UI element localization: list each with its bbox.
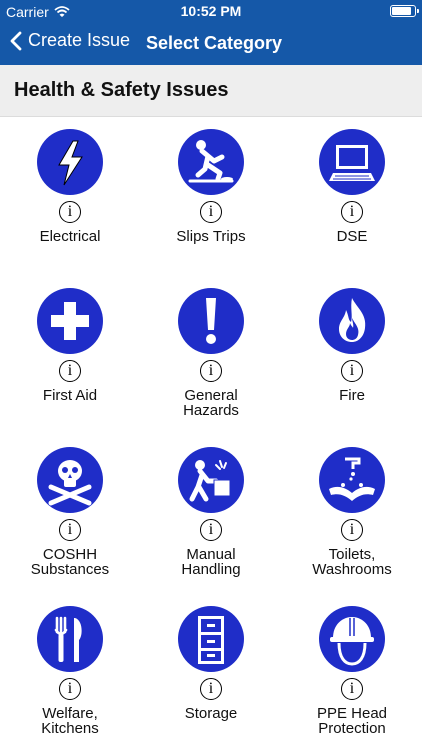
category-label: Electrical (39, 228, 101, 245)
exclamation-icon (178, 288, 244, 354)
lightning-bolt-icon (37, 129, 103, 195)
category-manual-handling[interactable]: i Manual Handling (141, 435, 281, 585)
category-label: General Hazards (183, 387, 239, 419)
category-label: Toilets, Washrooms (312, 546, 392, 578)
category-label: Fire (339, 387, 365, 404)
category-slips-trips[interactable]: i Slips Trips (141, 117, 281, 267)
category-label: PPE Head Protection (316, 705, 388, 737)
category-welfare-kitchens[interactable]: i Welfare, Kitchens (0, 594, 140, 744)
slipping-person-icon (178, 129, 244, 195)
category-dse[interactable]: i DSE (282, 117, 422, 267)
info-icon[interactable]: i (59, 519, 81, 541)
info-icon[interactable]: i (59, 678, 81, 700)
first-aid-cross-icon (37, 288, 103, 354)
skull-crossbones-icon (37, 447, 103, 513)
info-icon[interactable]: i (200, 201, 222, 223)
chevron-left-icon (10, 31, 22, 50)
category-label: COSHH Substances (30, 546, 110, 578)
navigation-bar: Create Issue Select Category (0, 22, 422, 65)
filing-cabinet-icon (178, 606, 244, 672)
lifting-box-icon (178, 447, 244, 513)
status-time: 10:52 PM (180, 3, 242, 19)
category-first-aid[interactable]: i First Aid (0, 276, 140, 426)
category-label: Welfare, Kitchens (41, 705, 99, 737)
hard-hat-icon (319, 606, 385, 672)
info-icon[interactable]: i (341, 519, 363, 541)
category-coshh-substances[interactable]: i COSHH Substances (0, 435, 140, 585)
category-fire[interactable]: i Fire (282, 276, 422, 426)
section-title: Health & Safety Issues (14, 79, 229, 101)
info-icon[interactable]: i (341, 201, 363, 223)
info-icon[interactable]: i (200, 360, 222, 382)
category-ppe-head-protection[interactable]: i PPE Head Protection (282, 594, 422, 744)
category-label: Slips Trips (176, 228, 246, 245)
status-bar: Carrier 10:52 PM (0, 0, 422, 22)
category-electrical[interactable]: i Electrical (0, 117, 140, 267)
section-header: Health & Safety Issues (0, 65, 422, 117)
flame-icon (319, 288, 385, 354)
category-label: Manual Handling (181, 546, 241, 578)
back-button[interactable]: Create Issue (10, 30, 130, 51)
info-icon[interactable]: i (200, 519, 222, 541)
battery-icon (390, 5, 419, 17)
hand-washing-icon (319, 447, 385, 513)
info-icon[interactable]: i (341, 360, 363, 382)
info-icon[interactable]: i (200, 678, 222, 700)
category-storage[interactable]: i Storage (141, 594, 281, 744)
computer-monitor-icon (319, 129, 385, 195)
category-label: First Aid (42, 387, 98, 404)
top-bar: Carrier 10:52 PM Create Issue Select Cat… (0, 0, 422, 65)
info-icon[interactable]: i (59, 201, 81, 223)
app-screen: Carrier 10:52 PM Create Issue Select Cat… (0, 0, 422, 750)
back-button-label: Create Issue (28, 30, 131, 50)
category-label: Storage (184, 705, 238, 722)
category-label: DSE (336, 228, 368, 245)
fork-knife-icon (37, 606, 103, 672)
page-title: Select Category (146, 33, 283, 53)
category-toilets-washrooms[interactable]: i Toilets, Washrooms (282, 435, 422, 585)
category-grid: i Electrical i Slips Trips i DSE i First… (0, 117, 422, 750)
info-icon[interactable]: i (59, 360, 81, 382)
category-general-hazards[interactable]: i General Hazards (141, 276, 281, 426)
info-icon[interactable]: i (341, 678, 363, 700)
